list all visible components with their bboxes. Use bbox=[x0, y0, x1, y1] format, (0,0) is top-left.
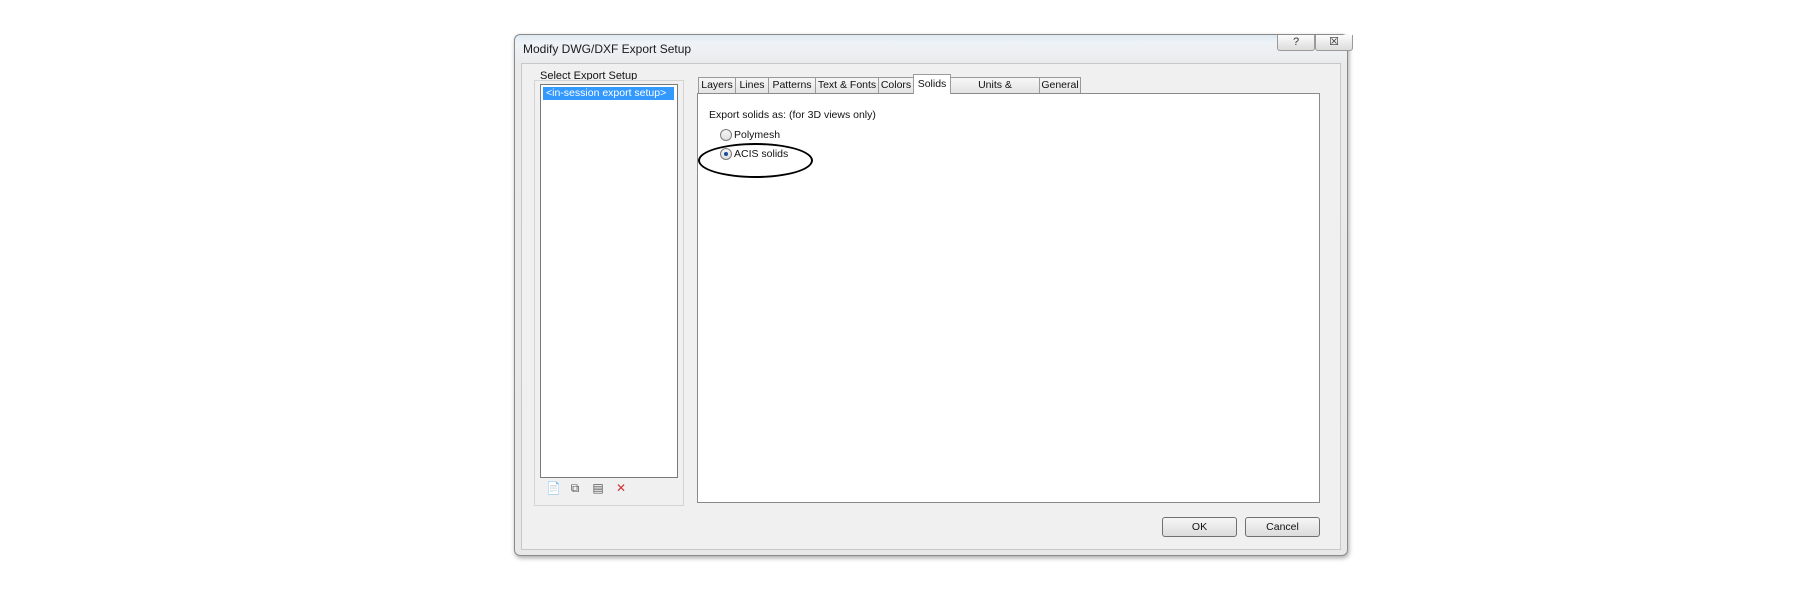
highlight-ellipse bbox=[698, 143, 813, 178]
tab-lines[interactable]: Lines bbox=[735, 77, 769, 93]
cancel-button[interactable]: Cancel bbox=[1245, 517, 1320, 537]
title-bar: Modify DWG/DXF Export Setup ? ☒ bbox=[515, 35, 1353, 63]
close-icon: ☒ bbox=[1329, 36, 1339, 48]
ok-button[interactable]: OK bbox=[1162, 517, 1237, 537]
close-button[interactable]: ☒ bbox=[1315, 35, 1353, 51]
tab-general[interactable]: General bbox=[1039, 77, 1081, 93]
help-button[interactable]: ? bbox=[1277, 35, 1315, 51]
delete-setup-icon[interactable]: ✕ bbox=[614, 481, 628, 495]
tab-units-coordinates[interactable]: Units & Coordinates bbox=[950, 77, 1040, 106]
rename-setup-icon[interactable]: ▤ bbox=[591, 481, 605, 495]
tab-patterns[interactable]: Patterns bbox=[768, 77, 816, 93]
duplicate-setup-icon[interactable]: ⧉ bbox=[568, 481, 582, 495]
export-setup-list[interactable]: <in-session export setup> bbox=[540, 84, 678, 478]
help-icon: ? bbox=[1292, 36, 1300, 48]
tab-solids[interactable]: Solids bbox=[913, 74, 951, 94]
new-setup-icon[interactable]: 📄 bbox=[546, 481, 561, 495]
tab-text-fonts[interactable]: Text & Fonts bbox=[815, 77, 879, 93]
polymesh-label: Polymesh bbox=[734, 129, 781, 141]
list-item[interactable]: <in-session export setup> bbox=[543, 87, 674, 100]
tab-layers[interactable]: Layers bbox=[698, 77, 736, 93]
solids-tab-panel: Export solids as: (for 3D views only) Po… bbox=[697, 93, 1320, 503]
tab-colors[interactable]: Colors bbox=[878, 77, 914, 93]
window-title: Modify DWG/DXF Export Setup bbox=[523, 42, 692, 56]
export-solids-label: Export solids as: (for 3D views only) bbox=[709, 109, 876, 121]
polymesh-radio[interactable] bbox=[720, 129, 732, 141]
